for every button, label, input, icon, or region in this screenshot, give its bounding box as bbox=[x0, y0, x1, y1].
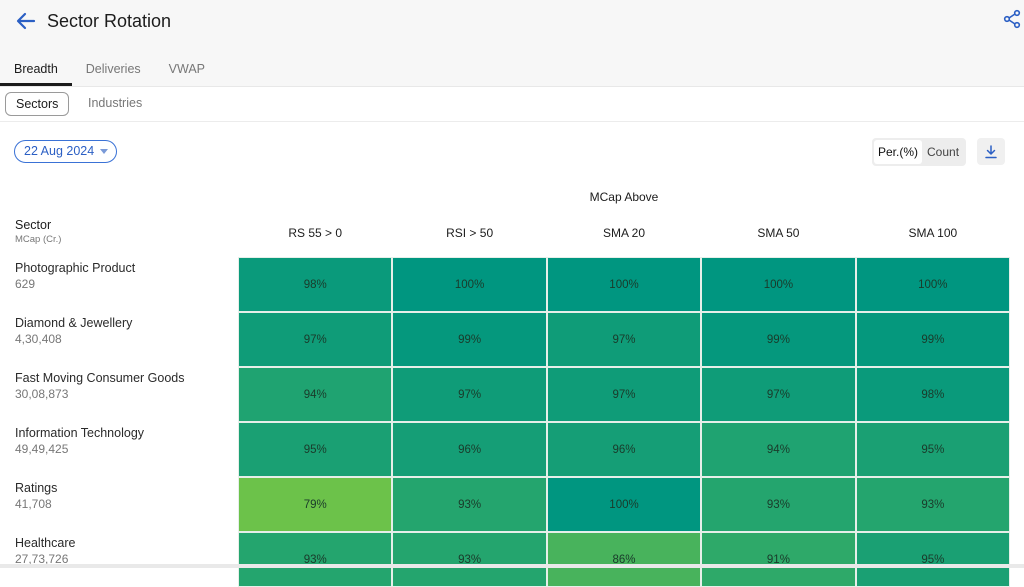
arrow-left-icon[interactable] bbox=[14, 9, 38, 33]
column-header[interactable]: RS 55 > 0 bbox=[238, 226, 392, 240]
main-tabs: Breadth Deliveries VWAP bbox=[0, 56, 219, 86]
share-icon[interactable] bbox=[1002, 9, 1022, 29]
sector-mcap: 4,30,408 bbox=[15, 332, 62, 346]
heatmap-table: Photographic Product 629 98% 100% 100% 1… bbox=[0, 257, 1024, 587]
heat-cell[interactable]: 100% bbox=[546, 477, 702, 532]
sector-header: Sector bbox=[15, 218, 52, 232]
heat-cell[interactable]: 96% bbox=[392, 422, 547, 477]
sector-label: Ratings 41,708 bbox=[15, 481, 57, 513]
heat-cell[interactable]: 95% bbox=[855, 532, 1011, 587]
heat-cell[interactable]: 96% bbox=[546, 422, 702, 477]
heat-cell[interactable]: 93% bbox=[392, 477, 547, 532]
column-header[interactable]: SMA 50 bbox=[701, 226, 855, 240]
page-title: Sector Rotation bbox=[47, 11, 172, 31]
heat-cell[interactable]: 93% bbox=[392, 532, 547, 587]
caret-down-icon bbox=[100, 149, 109, 154]
sector-column-header: Sector MCap (Cr.) bbox=[15, 218, 61, 247]
table-row[interactable]: Healthcare 27,73,726 93% 93% 86% 91% 95% bbox=[0, 532, 1024, 587]
sector-name: Healthcare bbox=[15, 536, 76, 550]
heat-cell[interactable]: 95% bbox=[238, 422, 393, 477]
date-selector[interactable]: 22 Aug 2024 bbox=[14, 140, 118, 163]
heat-cell[interactable]: 99% bbox=[701, 312, 856, 367]
heat-cell[interactable]: 97% bbox=[546, 312, 702, 367]
subtab-sectors[interactable]: Sectors bbox=[5, 92, 70, 116]
heat-cell[interactable]: 98% bbox=[855, 367, 1011, 422]
sub-tabs: Sectors Industries bbox=[0, 87, 1024, 122]
group-label: MCap Above bbox=[589, 190, 659, 204]
sector-mcap: 629 bbox=[15, 277, 36, 291]
heat-cell[interactable]: 93% bbox=[238, 532, 393, 587]
column-header[interactable]: SMA 20 bbox=[547, 226, 701, 240]
date-value: 22 Aug 2024 bbox=[24, 144, 95, 158]
sector-label: Fast Moving Consumer Goods 30,08,873 bbox=[15, 371, 185, 403]
download-button[interactable] bbox=[977, 138, 1005, 165]
horizontal-scrollbar[interactable] bbox=[0, 564, 1024, 568]
tab-vwap[interactable]: VWAP bbox=[155, 56, 219, 86]
heat-cell[interactable]: 97% bbox=[546, 367, 702, 422]
heat-cell[interactable]: 100% bbox=[855, 257, 1011, 312]
heat-cell[interactable]: 99% bbox=[855, 312, 1011, 367]
table-row[interactable]: Photographic Product 629 98% 100% 100% 1… bbox=[0, 257, 1024, 312]
heat-cell[interactable]: 91% bbox=[701, 532, 856, 587]
heat-cell[interactable]: 100% bbox=[701, 257, 856, 312]
table-row[interactable]: Ratings 41,708 79% 93% 100% 93% 93% bbox=[0, 477, 1024, 532]
sector-mcap: 41,708 bbox=[15, 497, 52, 511]
sector-name: Photographic Product bbox=[15, 261, 136, 275]
sector-name: Ratings bbox=[15, 481, 58, 495]
toggle-percent[interactable]: Per.(%) bbox=[874, 140, 923, 164]
sector-name: Information Technology bbox=[15, 426, 145, 440]
heat-cell[interactable]: 93% bbox=[701, 477, 856, 532]
heat-cell[interactable]: 97% bbox=[392, 367, 547, 422]
view-toggle: Per.(%) Count bbox=[872, 138, 967, 166]
heat-cell[interactable]: 97% bbox=[238, 312, 393, 367]
toggle-count[interactable]: Count bbox=[922, 140, 964, 164]
mcap-subheader: MCap (Cr.) bbox=[15, 234, 62, 245]
heat-cell[interactable]: 94% bbox=[238, 367, 393, 422]
heat-cell[interactable]: 79% bbox=[238, 477, 393, 532]
sector-mcap: 49,49,425 bbox=[15, 442, 69, 456]
table-row[interactable]: Diamond & Jewellery 4,30,408 97% 99% 97%… bbox=[0, 312, 1024, 367]
tab-breadth[interactable]: Breadth bbox=[0, 56, 72, 86]
sector-mcap: 30,08,873 bbox=[15, 387, 69, 401]
heat-cell[interactable]: 86% bbox=[546, 532, 702, 587]
sector-label: Information Technology 49,49,425 bbox=[15, 426, 144, 458]
tab-deliveries[interactable]: Deliveries bbox=[72, 56, 155, 86]
column-headers: RS 55 > 0 RSI > 50 SMA 20 SMA 50 SMA 100 bbox=[238, 226, 1010, 240]
sector-name: Fast Moving Consumer Goods bbox=[15, 371, 185, 385]
heat-cell[interactable]: 97% bbox=[701, 367, 856, 422]
download-icon bbox=[985, 144, 997, 158]
heat-cell[interactable]: 100% bbox=[546, 257, 702, 312]
table-row[interactable]: Information Technology 49,49,425 95% 96%… bbox=[0, 422, 1024, 477]
column-header[interactable]: SMA 100 bbox=[856, 226, 1010, 240]
column-header[interactable]: RSI > 50 bbox=[392, 226, 546, 240]
heat-cell[interactable]: 93% bbox=[855, 477, 1011, 532]
heat-cell[interactable]: 95% bbox=[855, 422, 1011, 477]
heat-cell[interactable]: 98% bbox=[238, 257, 393, 312]
heat-cell[interactable]: 94% bbox=[701, 422, 856, 477]
top-bar: Sector Rotation Breadth Deliveries VWAP bbox=[0, 0, 1024, 87]
sector-label: Photographic Product 629 bbox=[15, 261, 135, 293]
sector-label: Diamond & Jewellery 4,30,408 bbox=[15, 316, 132, 348]
heat-cell[interactable]: 99% bbox=[392, 312, 547, 367]
table-row[interactable]: Fast Moving Consumer Goods 30,08,873 94%… bbox=[0, 367, 1024, 422]
subtab-industries[interactable]: Industries bbox=[88, 92, 142, 116]
sector-name: Diamond & Jewellery bbox=[15, 316, 133, 330]
heat-cell[interactable]: 100% bbox=[392, 257, 547, 312]
